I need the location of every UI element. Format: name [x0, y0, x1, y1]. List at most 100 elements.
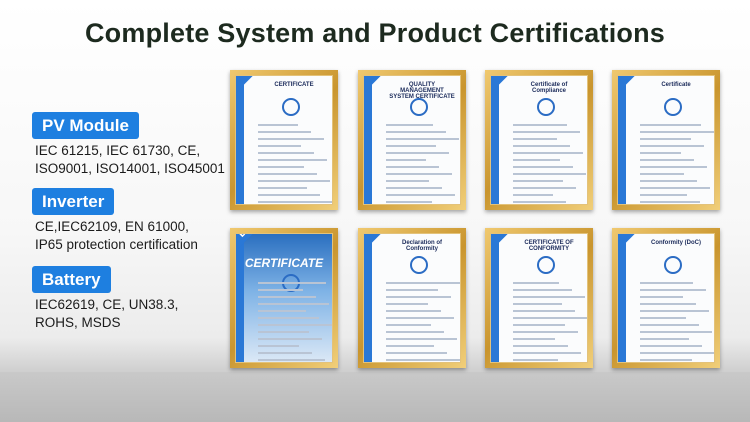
certificate-paper: IECCERTIFICATE OF CONFORMITY — [490, 233, 588, 363]
certificate-text-line — [513, 310, 575, 312]
certificate-heading: QUALITY MANAGEMENT SYSTEM CERTIFICATE — [389, 82, 455, 100]
certificate-text-line — [258, 138, 324, 140]
certificate-text-line — [640, 194, 687, 196]
certificate-text-line — [258, 201, 332, 203]
floor-shadow — [0, 372, 750, 422]
certificate-text-line — [640, 124, 701, 126]
certificate-text-line — [386, 166, 439, 168]
certificate-side-stripe — [618, 234, 626, 362]
certificate-heading: Certificate — [661, 82, 691, 88]
certificate-text-line — [386, 359, 460, 361]
certificate-side-stripe — [491, 76, 499, 204]
certificate-text-line — [640, 359, 692, 361]
certificate-text-line — [513, 296, 585, 298]
certificate-text-line — [640, 138, 691, 140]
certificate-text-line — [640, 303, 696, 305]
certificate-text-line — [258, 338, 322, 340]
certificate-text-line — [513, 173, 586, 175]
certificate-text-line — [386, 310, 441, 312]
certificate-heading: CERTIFICATE OF CONFORMITY — [524, 240, 574, 252]
certificate-text-line — [640, 331, 712, 333]
certificate-side-stripe — [618, 76, 626, 204]
certificate-text-line — [386, 282, 460, 284]
certificate-text-line — [258, 303, 329, 305]
certificate-text-line — [513, 166, 573, 168]
certificate-text-line — [258, 317, 319, 319]
pv-module-label: PV Module — [32, 112, 139, 139]
certificate-text-line — [640, 338, 689, 340]
certificate-text-line — [258, 331, 309, 333]
certificate-text-line — [386, 317, 454, 319]
certificate-text-line — [640, 166, 707, 168]
certificate-text-line — [386, 194, 455, 196]
certificate-text-line — [640, 324, 699, 326]
certificate-seal-icon — [664, 256, 682, 274]
certificate-heading: CERTIFICATE — [244, 256, 324, 270]
certificate-text-line — [640, 187, 710, 189]
certificate-text-line — [640, 201, 700, 203]
certificate-ce-0: CECERTIFICATE — [230, 70, 338, 210]
certificate-heading: Declaration of Conformity — [401, 240, 442, 252]
certificate-text-line — [258, 124, 298, 126]
certificate-seal-icon — [282, 98, 300, 116]
certificate-seal-icon — [664, 98, 682, 116]
certificate-heading: Certificate of Compliance — [530, 82, 568, 94]
certificate-text-line — [258, 282, 326, 284]
certificate-text-line — [386, 338, 457, 340]
certificate-text-line — [258, 166, 304, 168]
certificate-text-line — [513, 194, 553, 196]
certificate-text-line — [513, 324, 565, 326]
certificate-text-line — [386, 173, 452, 175]
certificate-text-line — [513, 345, 568, 347]
battery-label: Battery — [32, 266, 111, 293]
certificate-paper: DEYECERTIFICATE — [235, 233, 333, 363]
certificate-text-line — [258, 173, 317, 175]
certificate-text-line — [513, 159, 560, 161]
certificate-text-line — [258, 296, 316, 298]
certificate-text-line — [640, 345, 702, 347]
certificate-text-line — [513, 187, 576, 189]
certificate-seal-icon — [537, 98, 555, 116]
certificate-text-line — [258, 194, 320, 196]
certificate-text-line — [513, 303, 562, 305]
certificate-csa-2: CSACertificate of Compliance — [485, 70, 593, 210]
certificate-heading: CERTIFICATE — [274, 82, 314, 88]
certificate-seal-icon — [410, 256, 428, 274]
certificate-text-line — [258, 289, 303, 291]
certificate-text-line — [386, 303, 428, 305]
certificate-paper: CSACertificate of Compliance — [490, 75, 588, 205]
certificate-paper: ISOQUALITY MANAGEMENT SYSTEM CERTIFICATE — [363, 75, 461, 205]
certificate-text-line — [258, 145, 301, 147]
certificate-text-line — [386, 152, 449, 154]
certificate-text-line — [513, 282, 559, 284]
certificate-text-line — [386, 331, 444, 333]
certificate-side-stripe — [364, 76, 372, 204]
certificate-text-line — [386, 345, 434, 347]
certificate-text-line — [386, 131, 446, 133]
certificate-deye-4: DEYECERTIFICATE — [230, 228, 338, 368]
certificate-text-line — [640, 145, 704, 147]
certificate-paper: CECERTIFICATE — [235, 75, 333, 205]
certificate-text-line — [513, 289, 572, 291]
certificate-text-line — [386, 159, 426, 161]
inverter-spec: CE,IEC62109, EN 61000, IP65 protection c… — [35, 219, 198, 252]
certificate-text-line — [258, 159, 327, 161]
certificate-text-line — [640, 352, 714, 354]
certificate-text-line — [640, 131, 714, 133]
certificate-text-line — [640, 180, 697, 182]
certificate-text-line — [386, 352, 447, 354]
certificate-side-stripe — [236, 234, 244, 362]
certificate-iec-6: IECCERTIFICATE OF CONFORMITY — [485, 228, 593, 368]
certificate-text-line — [513, 152, 583, 154]
certificate-text-line — [513, 201, 566, 203]
certificate-seal-icon — [537, 256, 555, 274]
certificate-text-line — [513, 331, 578, 333]
certificate-text-line — [386, 296, 451, 298]
certificate-text-line — [386, 324, 431, 326]
certificate-text-line — [640, 289, 706, 291]
certificate-text-line — [640, 282, 693, 284]
certificate-text-line — [640, 296, 683, 298]
certificate-text-line — [386, 138, 459, 140]
certificate-side-stripe — [236, 76, 244, 204]
certificate-text-line — [513, 138, 557, 140]
